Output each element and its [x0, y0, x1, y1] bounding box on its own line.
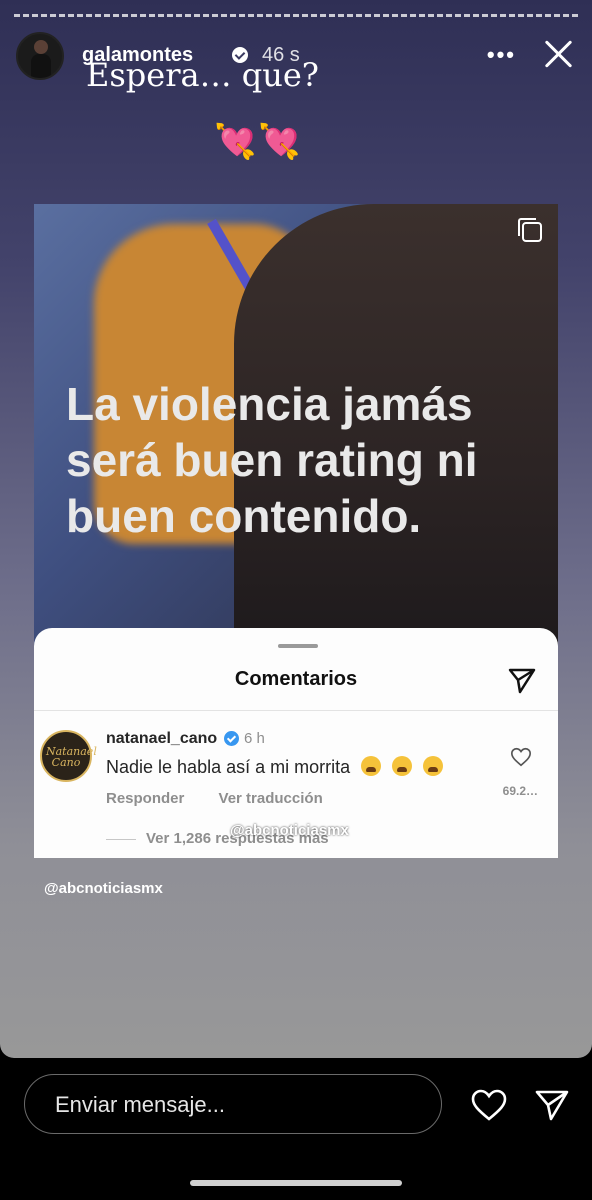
- weary-face-icon: [361, 756, 382, 776]
- mention-tag[interactable]: @abcnoticiasmx: [44, 880, 163, 897]
- comment-body: Nadie le habla así a mi morrita: [106, 757, 351, 777]
- close-icon[interactable]: [542, 38, 574, 70]
- avatar-head: [34, 40, 48, 54]
- commenter-avatar[interactable]: Natanael Cano: [40, 730, 97, 782]
- watermark: @abcnoticiasmx: [230, 822, 349, 839]
- sheet-drag-handle[interactable]: [278, 644, 318, 648]
- comments-title: Comentarios: [234, 668, 358, 690]
- user-avatar[interactable]: [16, 32, 64, 80]
- share-send-icon[interactable]: [506, 664, 538, 696]
- shared-post[interactable]: La violencia jamás será buen rating ni b…: [34, 204, 558, 858]
- post-headline: La violencia jamás será buen rating ni b…: [66, 378, 478, 542]
- like-heart-icon[interactable]: [470, 1088, 508, 1122]
- verified-badge-icon: [224, 731, 239, 746]
- comment-text: Nadie le habla así a mi morrita: [106, 756, 444, 778]
- sheet-divider: [34, 710, 558, 711]
- like-heart-icon[interactable]: [510, 746, 532, 768]
- commenter-username[interactable]: natanael_cano: [106, 730, 217, 748]
- comments-sheet: Comentarios Natanael Cano natanael_cano …: [34, 628, 558, 858]
- avatar-body: [31, 54, 51, 78]
- comment-actions: Responder Ver traducción: [106, 790, 353, 807]
- commenter-avatar-logo: Natanael Cano: [46, 745, 97, 769]
- home-indicator: [190, 1180, 402, 1186]
- send-icon[interactable]: [534, 1088, 570, 1122]
- message-input[interactable]: Enviar mensaje...: [24, 1074, 442, 1134]
- story-caption: Espera… que?: [86, 56, 319, 94]
- weary-face-icon: [423, 756, 444, 776]
- comment-like-count: 69.2…: [502, 784, 538, 798]
- message-placeholder: Enviar mensaje...: [55, 1092, 225, 1117]
- heart-arrow-stickers: 💘💘: [214, 123, 303, 161]
- story-view[interactable]: galamontes 46 s ••• Espera… que? 💘💘 La v…: [0, 0, 592, 1058]
- replies-line: [106, 839, 136, 840]
- carousel-icon: [518, 218, 542, 242]
- comment-time: 6 h: [244, 730, 265, 747]
- more-options-icon[interactable]: •••: [487, 42, 516, 68]
- translate-button[interactable]: Ver traducción: [219, 790, 323, 807]
- reply-button[interactable]: Responder: [106, 790, 184, 807]
- story-progress-bar: [14, 14, 578, 20]
- weary-face-icon: [392, 756, 413, 776]
- story-reply-bar: Enviar mensaje...: [0, 1058, 592, 1200]
